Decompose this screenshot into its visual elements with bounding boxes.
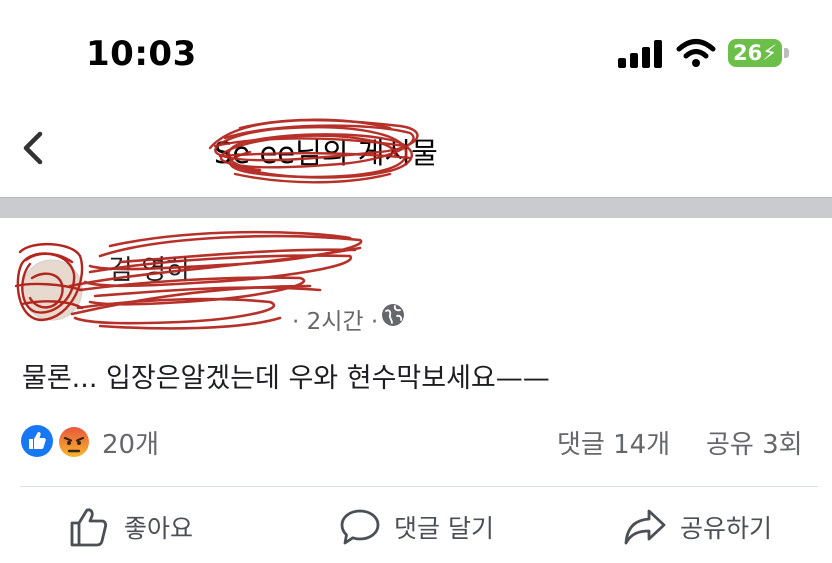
redaction-scribble bbox=[208, 118, 419, 184]
comment-bubble-icon bbox=[340, 509, 380, 545]
comment-button-label: 댓글 달기 bbox=[394, 514, 494, 543]
like-button[interactable]: 좋아요 bbox=[66, 500, 193, 554]
share-button-label: 공유하기 bbox=[680, 514, 773, 543]
globe-icon bbox=[382, 304, 404, 326]
back-chevron-icon[interactable] bbox=[18, 128, 48, 168]
comment-count[interactable]: 댓글 14개 bbox=[557, 424, 670, 461]
share-arrow-icon bbox=[624, 509, 666, 545]
status-time: 10:03 bbox=[86, 34, 197, 74]
share-count[interactable]: 공유 3회 bbox=[706, 424, 803, 461]
thumbs-up-icon bbox=[70, 508, 108, 547]
wifi-icon bbox=[676, 39, 716, 67]
like-button-label: 좋아요 bbox=[124, 514, 194, 543]
reaction-count[interactable]: 20개 bbox=[102, 424, 159, 461]
share-button[interactable]: 공유하기 bbox=[622, 500, 772, 554]
section-divider bbox=[0, 197, 832, 218]
post-timestamp[interactable]: · 2시간 · bbox=[292, 302, 378, 336]
signal-icon bbox=[618, 40, 662, 68]
angry-reaction-icon[interactable] bbox=[56, 424, 92, 460]
like-reaction-icon[interactable] bbox=[20, 424, 54, 458]
actions-divider bbox=[20, 486, 818, 487]
battery-icon: 26⚡ bbox=[728, 39, 790, 69]
battery-level: 26⚡ bbox=[728, 39, 782, 67]
comment-button[interactable]: 댓글 달기 bbox=[338, 500, 494, 554]
post-body-text: 물론... 입장은알겠는데 우와 현수막보세요—— bbox=[22, 363, 550, 394]
